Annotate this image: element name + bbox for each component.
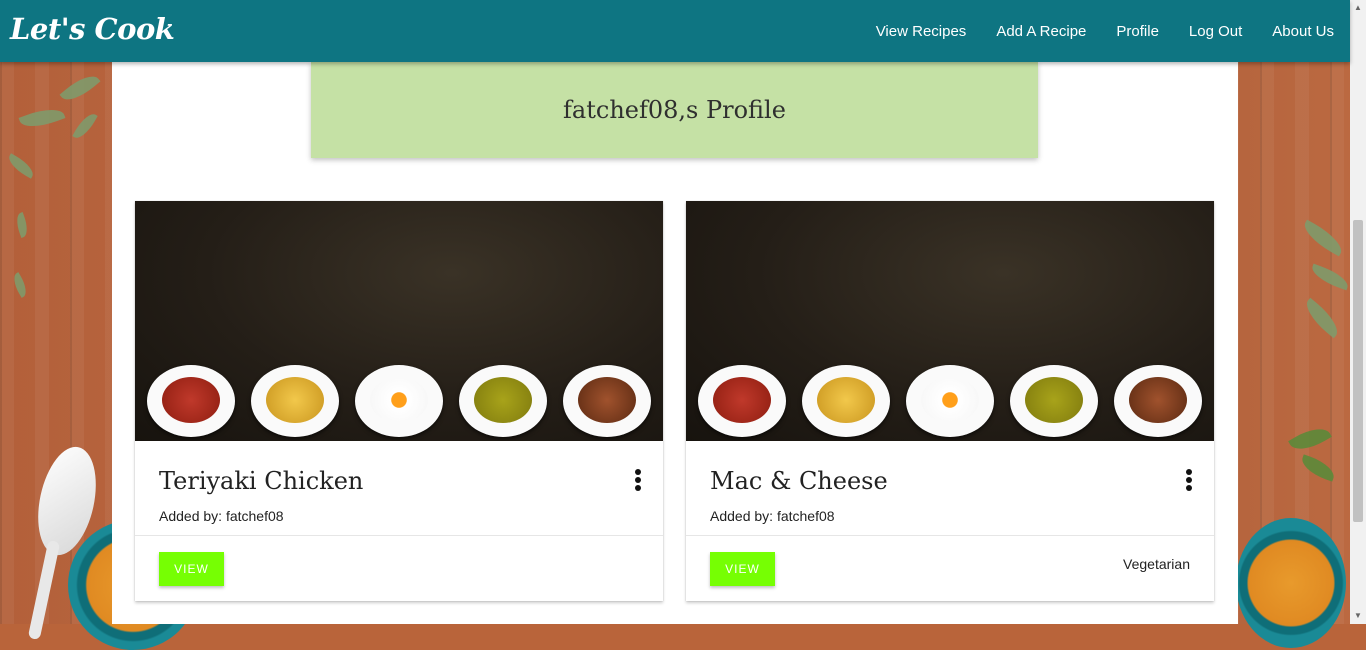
brand-logo[interactable]: Let's Cook	[10, 12, 175, 46]
more-vert-icon[interactable]	[1184, 469, 1194, 495]
scrollbar[interactable]: ▲ ▼	[1350, 0, 1366, 624]
plate-image	[1010, 365, 1098, 437]
chevron-up-icon[interactable]: ▲	[1350, 0, 1366, 16]
nav-about[interactable]: About Us	[1272, 23, 1334, 40]
recipe-author: Added by: fatchef08	[710, 508, 835, 524]
scroll-thumb[interactable]	[1353, 220, 1363, 522]
herb-leaf-decoration	[1308, 263, 1352, 291]
plate-image	[563, 365, 651, 437]
profile-banner: fatchef08,s Profile	[311, 62, 1038, 158]
herb-leaf-decoration	[59, 69, 101, 107]
herb-leaf-decoration	[13, 212, 31, 238]
plate-image	[459, 365, 547, 437]
main-container: fatchef08,s Profile Teriyaki Chicken Add…	[112, 62, 1238, 624]
view-button[interactable]: VIEW	[710, 552, 775, 586]
recipe-tag: Vegetarian	[1123, 556, 1190, 572]
card-content: Mac & Cheese Added by: fatchef08	[686, 441, 1214, 536]
nav-add-recipe[interactable]: Add A Recipe	[996, 23, 1086, 40]
recipe-title: Mac & Cheese	[710, 467, 888, 495]
recipe-title: Teriyaki Chicken	[159, 467, 364, 495]
navbar: Let's Cook View Recipes Add A Recipe Pro…	[0, 0, 1350, 62]
recipe-image	[686, 201, 1214, 441]
recipe-card: Mac & Cheese Added by: fatchef08 VIEW Ve…	[686, 201, 1214, 601]
page-title: fatchef08,s Profile	[563, 96, 786, 124]
spoon-handle-decoration	[27, 539, 61, 641]
recipe-image	[135, 201, 663, 441]
herb-leaf-decoration	[1299, 219, 1347, 257]
card-action: VIEW	[135, 536, 663, 602]
recipe-card: Teriyaki Chicken Added by: fatchef08 VIE…	[135, 201, 663, 601]
nav-view-recipes[interactable]: View Recipes	[876, 23, 967, 40]
herb-leaf-decoration	[5, 153, 37, 179]
plate-image	[906, 365, 994, 437]
herb-leaf-decoration	[1288, 421, 1332, 457]
plate-image	[355, 365, 443, 437]
herb-leaf-decoration	[1300, 297, 1344, 339]
more-vert-icon[interactable]	[633, 469, 643, 495]
herb-leaf-decoration	[18, 102, 66, 134]
nav-logout[interactable]: Log Out	[1189, 23, 1242, 40]
view-button[interactable]: VIEW	[159, 552, 224, 586]
chevron-down-icon[interactable]: ▼	[1350, 608, 1366, 624]
recipe-author: Added by: fatchef08	[159, 508, 284, 524]
soup-bowl-decoration	[1236, 518, 1346, 648]
herb-leaf-decoration	[72, 110, 98, 142]
nav-menu: View Recipes Add A Recipe Profile Log Ou…	[846, 0, 1334, 62]
card-action: VIEW Vegetarian	[686, 536, 1214, 602]
plate-image	[147, 365, 235, 437]
plate-image	[802, 365, 890, 437]
nav-profile[interactable]: Profile	[1116, 23, 1159, 40]
plate-image	[698, 365, 786, 437]
herb-leaf-decoration	[1298, 454, 1338, 482]
plate-image	[251, 365, 339, 437]
herb-leaf-decoration	[9, 272, 31, 298]
plate-image	[1114, 365, 1202, 437]
card-content: Teriyaki Chicken Added by: fatchef08	[135, 441, 663, 536]
